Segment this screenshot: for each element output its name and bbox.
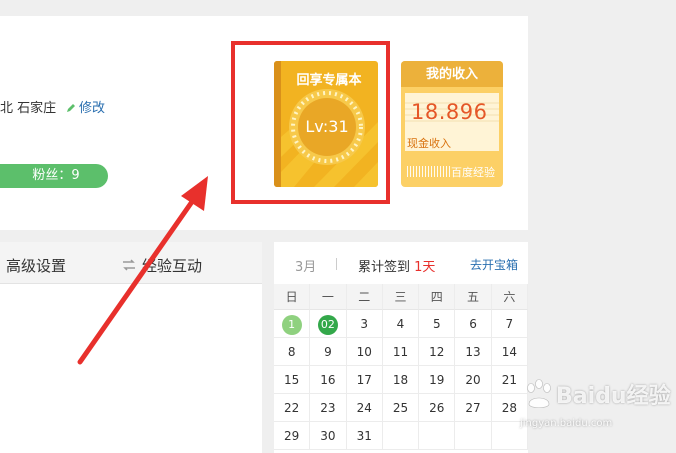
week-row: 8 9 10 11 12 13 14 (274, 338, 528, 366)
day-cell[interactable]: 10 (346, 338, 383, 366)
tab-experience-interact[interactable]: 经验互动 (122, 255, 202, 276)
day-number: 1 (281, 315, 302, 335)
day-cell[interactable]: 18 (382, 366, 420, 394)
calendar-divider (336, 258, 337, 270)
day-cell[interactable]: 17 (346, 366, 383, 394)
watermark-brand: Baidu经验 (556, 384, 671, 409)
weekday-cell: 日 (274, 284, 311, 310)
day-cell[interactable]: 4 (382, 310, 420, 338)
calendar-header: 3月 累计签到 1天 去开宝箱 (274, 242, 528, 284)
pencil-icon (67, 104, 75, 112)
weekday-cell: 二 (346, 284, 383, 310)
day-cell[interactable]: 9 (310, 338, 347, 366)
income-value: 18.896 (411, 100, 488, 124)
day-cell (382, 422, 420, 450)
tab-interact-label: 经验互动 (142, 257, 203, 275)
edit-label: 修改 (79, 101, 106, 116)
weekday-row: 日 一 二 三 四 五 六 (274, 284, 528, 310)
day-cell[interactable]: 6 (455, 310, 492, 338)
tabs-panel: 高级设置 经验互动 (0, 242, 262, 453)
weekday-cell: 一 (310, 284, 347, 310)
signin-count: 累计签到 1天 (358, 256, 435, 275)
day-cell[interactable]: 26 (419, 394, 456, 422)
signin-calendar: 3月 累计签到 1天 去开宝箱 日 一 二 三 四 五 六 1 02 3 4 5… (274, 242, 528, 453)
calendar-grid: 日 一 二 三 四 五 六 1 02 3 4 5 6 7 8 9 10 11 1… (274, 284, 528, 450)
week-row: 29 30 31 (274, 422, 528, 450)
day-cell[interactable]: 29 (274, 422, 311, 450)
day-cell[interactable]: 31 (346, 422, 383, 450)
day-cell[interactable]: 14 (491, 338, 528, 366)
day-cell[interactable]: 8 (274, 338, 311, 366)
week-row: 22 23 24 25 26 27 28 (274, 394, 528, 422)
day-cell[interactable]: 23 (310, 394, 347, 422)
day-cell[interactable]: 11 (382, 338, 420, 366)
day-cell[interactable]: 5 (419, 310, 456, 338)
day-cell[interactable]: 22 (274, 394, 311, 422)
tabs-bar: 高级设置 经验互动 (0, 242, 262, 284)
signin-prefix: 累计签到 (358, 260, 411, 275)
highlight-box (231, 41, 390, 204)
location-text: 北 石家庄 (0, 101, 57, 116)
income-footer-text: 百度经验 (451, 166, 495, 179)
income-title: 我的收入 (401, 61, 503, 87)
week-row: 15 16 17 18 19 20 21 (274, 366, 528, 394)
day-cell[interactable]: 20 (455, 366, 492, 394)
weekday-cell: 四 (419, 284, 456, 310)
day-cell[interactable]: 19 (419, 366, 456, 394)
day-cell[interactable]: 12 (419, 338, 456, 366)
day-cell[interactable]: 30 (310, 422, 347, 450)
baidu-watermark: Baidu经验 jingyan.baidu.com (520, 378, 676, 438)
day-cell[interactable]: 15 (274, 366, 311, 394)
swap-icon (123, 259, 135, 271)
weekday-cell: 三 (382, 284, 420, 310)
barcode-icon (407, 166, 451, 177)
day-number: 02 (317, 315, 338, 335)
income-footer: 百度经验 (407, 164, 499, 180)
day-cell[interactable]: 27 (455, 394, 492, 422)
watermark-url: jingyan.baidu.com (520, 418, 613, 429)
day-cell (419, 422, 456, 450)
fans-badge[interactable]: 粉丝：9 (0, 164, 108, 188)
income-label: 现金收入 (407, 137, 451, 150)
edit-location-link[interactable]: 修改 (66, 97, 105, 116)
page: 北 石家庄 修改 粉丝：9 回享专属本 Lv:31 我的收入 18.896 现金… (0, 0, 676, 453)
day-cell-signed[interactable]: 1 (274, 310, 311, 338)
day-cell[interactable]: 13 (455, 338, 492, 366)
week-row: 1 02 3 4 5 6 7 (274, 310, 528, 338)
day-cell[interactable]: 25 (382, 394, 420, 422)
day-cell[interactable]: 16 (310, 366, 347, 394)
paw-logo-icon (527, 379, 551, 409)
income-card[interactable]: 我的收入 18.896 现金收入 百度经验 (401, 61, 503, 187)
day-cell[interactable]: 24 (346, 394, 383, 422)
weekday-cell: 六 (491, 284, 528, 310)
day-cell[interactable]: 7 (491, 310, 528, 338)
calendar-month: 3月 (295, 260, 317, 275)
day-cell[interactable]: 3 (346, 310, 383, 338)
day-cell (455, 422, 492, 450)
signin-days: 1天 (414, 260, 436, 275)
day-cell-today[interactable]: 02 (310, 310, 347, 338)
tab-advanced-settings[interactable]: 高级设置 (6, 255, 66, 276)
open-treasure-link[interactable]: 去开宝箱 (470, 256, 518, 273)
weekday-cell: 五 (455, 284, 492, 310)
